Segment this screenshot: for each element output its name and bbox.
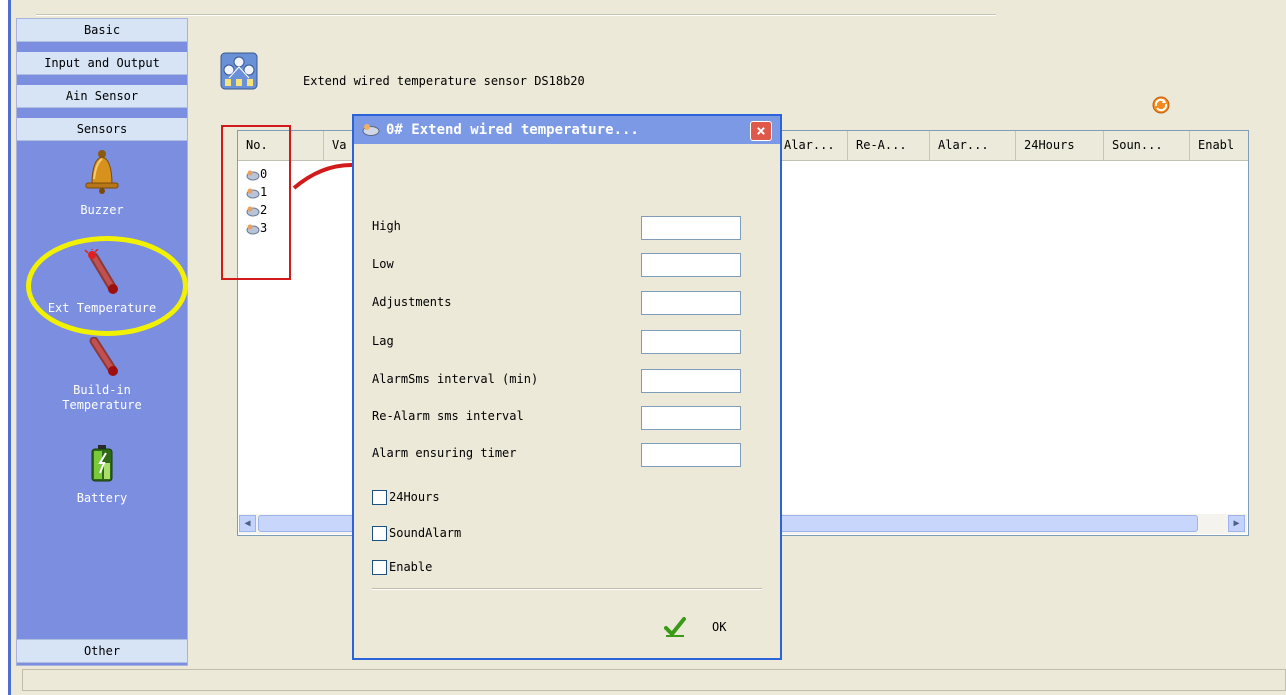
col-header-re-alarm[interactable]: Re-A... [848, 131, 930, 160]
bell-icon [85, 150, 119, 194]
annotation-box [221, 125, 291, 280]
sidebar-item-build-in-temperature[interactable]: Build-in Temperature [17, 337, 187, 413]
sensor-settings-dialog: 0# Extend wired temperature... × High Lo… [352, 114, 782, 660]
field-label-alarm-ensuring-timer: Alarm ensuring timer [372, 446, 517, 460]
window-left-edge [8, 0, 11, 695]
sensor-node-icon [362, 124, 380, 136]
alarm-ensuring-timer-input[interactable] [641, 443, 741, 467]
ok-button[interactable]: OK [660, 614, 740, 640]
battery-icon [91, 445, 113, 482]
sidebar-item-label-line2: Temperature [62, 398, 142, 412]
dialog-divider-highlight [372, 589, 762, 590]
dialog-titlebar[interactable]: 0# Extend wired temperature... × [354, 116, 780, 144]
refresh-icon[interactable] [1151, 95, 1171, 115]
adjustments-input[interactable] [641, 291, 741, 315]
dialog-title: 0# Extend wired temperature... [386, 122, 639, 138]
low-input[interactable] [641, 253, 741, 277]
scroll-right-icon[interactable]: ▶ [1228, 515, 1245, 532]
col-header-alarm-timer[interactable]: Alar... [930, 131, 1016, 160]
category-ain-sensor[interactable]: Ain Sensor [17, 85, 187, 108]
checkbox-enable[interactable]: Enable [372, 558, 432, 576]
re-alarm-sms-interval-input[interactable] [641, 406, 741, 430]
sidebar: Basic Input and Output Ain Sensor Sensor… [16, 18, 188, 666]
checkbox-sound-alarm[interactable]: SoundAlarm [372, 524, 461, 542]
checkbox-label: Enable [389, 560, 433, 574]
sidebar-item-buzzer[interactable]: Buzzer [17, 149, 187, 218]
field-label-adjustments: Adjustments [372, 295, 452, 309]
category-input-output[interactable]: Input and Output [17, 52, 187, 75]
col-header-alarm[interactable]: Alar... [776, 131, 848, 160]
high-input[interactable] [641, 216, 741, 240]
ok-label: OK [712, 620, 727, 634]
status-bar [22, 669, 1286, 691]
checkbox-box[interactable] [372, 490, 387, 505]
field-label-alarm-sms-interval: AlarmSms interval (min) [372, 372, 539, 386]
col-header-24hours[interactable]: 24Hours [1016, 131, 1104, 160]
checkmark-icon [664, 617, 686, 637]
sidebar-item-label: Buzzer [80, 203, 124, 217]
field-label-high: High [372, 219, 401, 233]
highlight-circle-annotation [26, 236, 188, 336]
field-label-lag: Lag [372, 334, 394, 348]
page-title: Extend wired temperature sensor DS18b20 [303, 74, 585, 88]
sensor-group-icon [220, 52, 258, 90]
thermometer-icon [89, 337, 118, 376]
sidebar-item-label: Battery [76, 491, 128, 505]
checkbox-box[interactable] [372, 560, 387, 575]
field-label-re-alarm-sms-interval: Re-Alarm sms interval [372, 409, 524, 423]
col-header-enable[interactable]: Enabl [1190, 131, 1248, 160]
checkbox-box[interactable] [372, 526, 387, 541]
category-other[interactable]: Other [17, 639, 187, 663]
category-sensors[interactable]: Sensors [17, 118, 187, 141]
field-label-low: Low [372, 257, 394, 271]
sidebar-item-label: Build-in [73, 383, 131, 397]
alarm-sms-interval-input[interactable] [641, 369, 741, 393]
checkbox-label: SoundAlarm [389, 526, 462, 540]
checkbox-label: 24Hours [389, 490, 440, 504]
scroll-left-icon[interactable]: ◀ [239, 515, 256, 532]
lag-input[interactable] [641, 330, 741, 354]
sidebar-item-battery[interactable]: Battery [17, 443, 187, 506]
checkbox-24hours[interactable]: 24Hours [372, 488, 440, 506]
top-divider-highlight [36, 15, 996, 16]
col-header-sound[interactable]: Soun... [1104, 131, 1190, 160]
category-basic[interactable]: Basic [17, 19, 187, 42]
close-icon[interactable]: × [750, 121, 772, 141]
